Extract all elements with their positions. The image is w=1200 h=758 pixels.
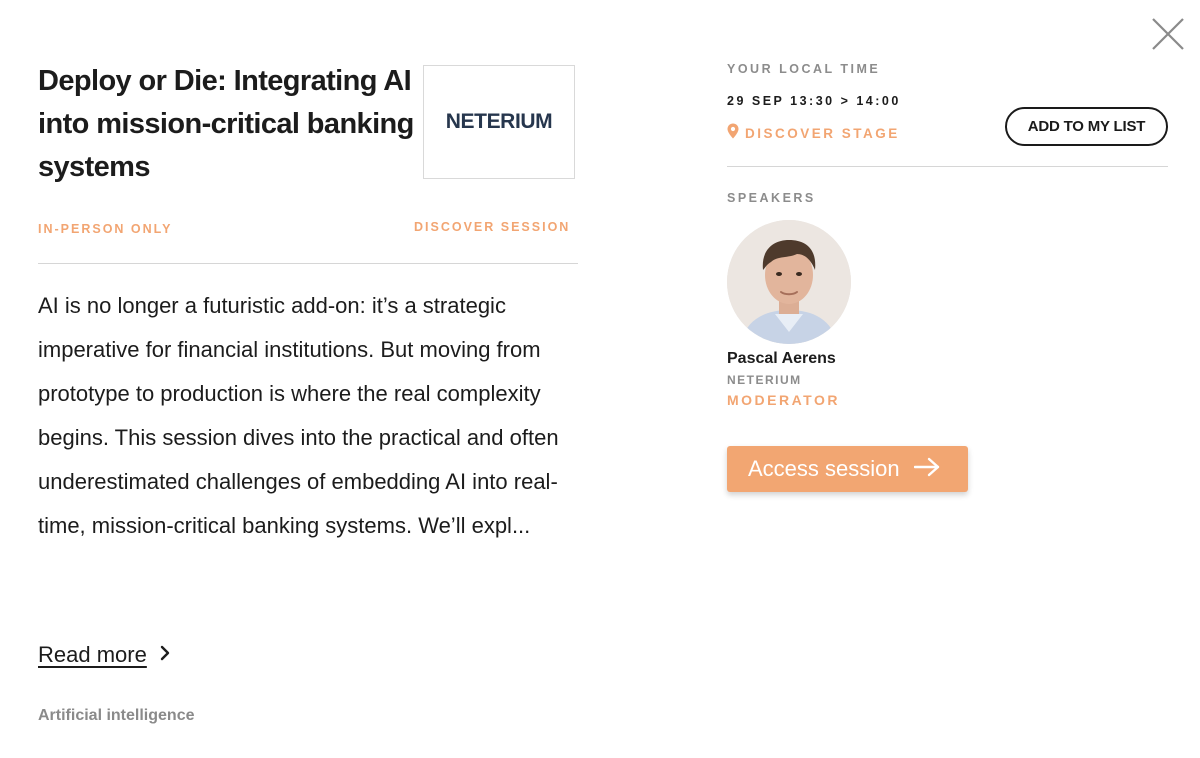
session-title: Deploy or Die: Integrating AI into missi…: [38, 65, 414, 183]
partner-logo: NETERIUM: [423, 65, 575, 179]
location-pin-icon: [727, 123, 739, 144]
topic-tag: Artificial intelligence: [38, 707, 195, 724]
divider: [727, 166, 1168, 167]
chevron-right-icon: [159, 645, 171, 666]
close-icon[interactable]: [1150, 16, 1186, 52]
speaker-company: NETERIUM: [727, 373, 802, 387]
access-session-button[interactable]: Access session: [727, 446, 968, 492]
stage-label: DISCOVER STAGE: [745, 126, 900, 141]
speaker-avatar[interactable]: [727, 220, 851, 344]
speaker-name[interactable]: Pascal Aerens: [727, 350, 836, 368]
read-more-label[interactable]: Read more: [38, 642, 147, 668]
divider: [38, 263, 578, 264]
partner-logo-text: NETERIUM: [445, 110, 553, 133]
session-stage: DISCOVER STAGE: [727, 123, 900, 144]
session-modal: Deploy or Die: Integrating AI into missi…: [0, 0, 1200, 758]
read-more-link[interactable]: Read more: [38, 642, 171, 668]
speaker-role: MODERATOR: [727, 392, 840, 408]
access-session-label: Access session: [748, 456, 900, 481]
arrow-right-icon: [913, 457, 940, 482]
local-time-label: YOUR LOCAL TIME: [727, 62, 881, 76]
session-description: AI is no longer a futuristic add-on: it’…: [38, 293, 559, 538]
add-to-my-list-button[interactable]: ADD TO MY LIST: [1005, 107, 1168, 146]
session-time: 29 SEP 13:30 > 14:00: [727, 94, 901, 108]
session-type-tag: DISCOVER SESSION: [414, 220, 571, 234]
session-format-tag: IN-PERSON ONLY: [38, 222, 173, 236]
speakers-label: SPEAKERS: [727, 191, 816, 205]
